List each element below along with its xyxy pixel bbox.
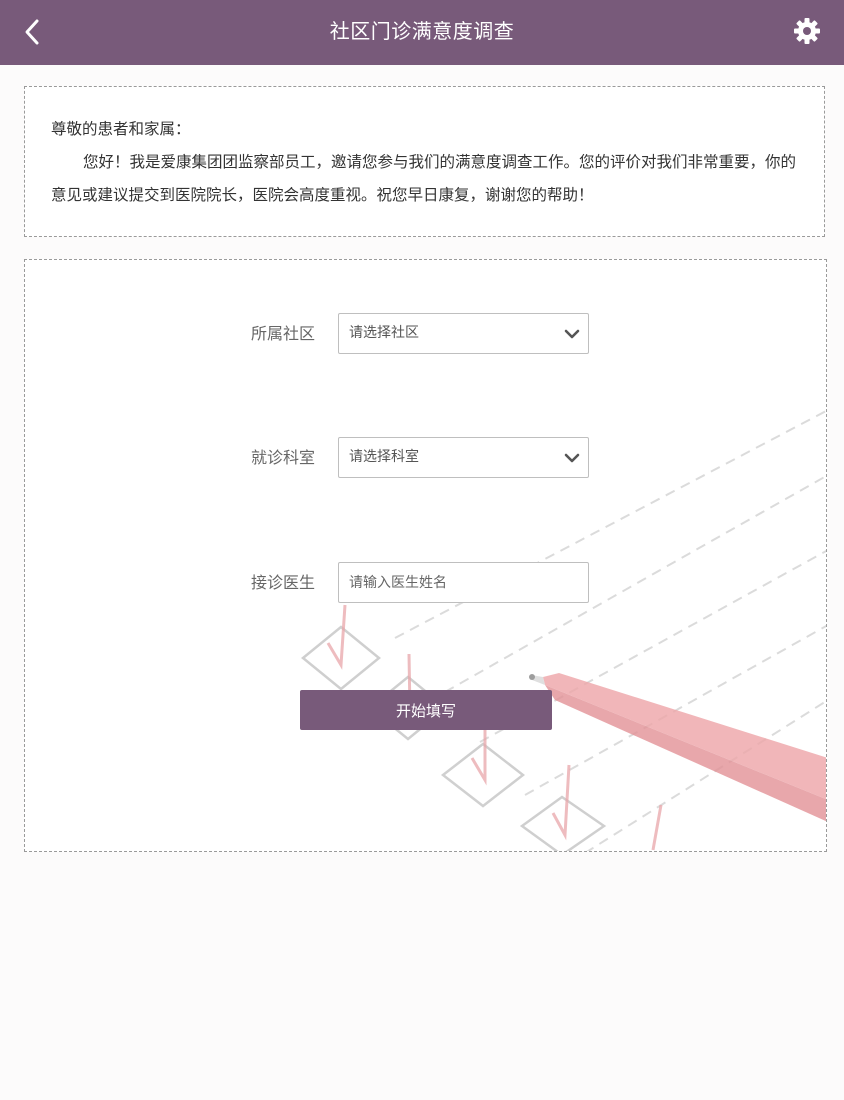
chevron-down-icon (564, 453, 580, 463)
community-select-value: 请选择社区 (349, 325, 419, 341)
doctor-label: 接诊医生 (250, 573, 315, 592)
intro-greeting: 尊敬的患者和家属： (51, 120, 191, 138)
department-label: 就诊科室 (250, 448, 315, 467)
chevron-down-icon (564, 329, 580, 339)
community-row: 所属社区 请选择社区 (25, 313, 826, 355)
department-row: 就诊科室 请选择科室 (25, 437, 826, 479)
intro-panel: 尊敬的患者和家属： 您好！我是爱康集团团监察部员工，邀请您参与我们的满意度调查工… (24, 86, 825, 237)
start-survey-button[interactable]: 开始填写 (300, 690, 552, 730)
community-select[interactable]: 请选择社区 (338, 313, 589, 354)
intro-body: 您好！我是爱康集团团监察部员工，邀请您参与我们的满意度调查工作。您的评价对我们非… (51, 153, 797, 204)
top-bar: 社区门诊满意度调查 (0, 0, 844, 65)
doctor-row: 接诊医生 (25, 562, 826, 604)
doctor-name-input[interactable] (338, 562, 589, 603)
department-select-value: 请选择科室 (349, 449, 419, 465)
department-select[interactable]: 请选择科室 (338, 437, 589, 478)
community-label: 所属社区 (250, 324, 315, 343)
survey-form-panel: 所属社区 请选择社区 就诊科室 请选择科室 接诊医生 开始填写 (24, 259, 827, 852)
settings-button[interactable] (790, 14, 824, 48)
page-title: 社区门诊满意度调查 (329, 19, 515, 43)
gear-icon (794, 18, 820, 44)
